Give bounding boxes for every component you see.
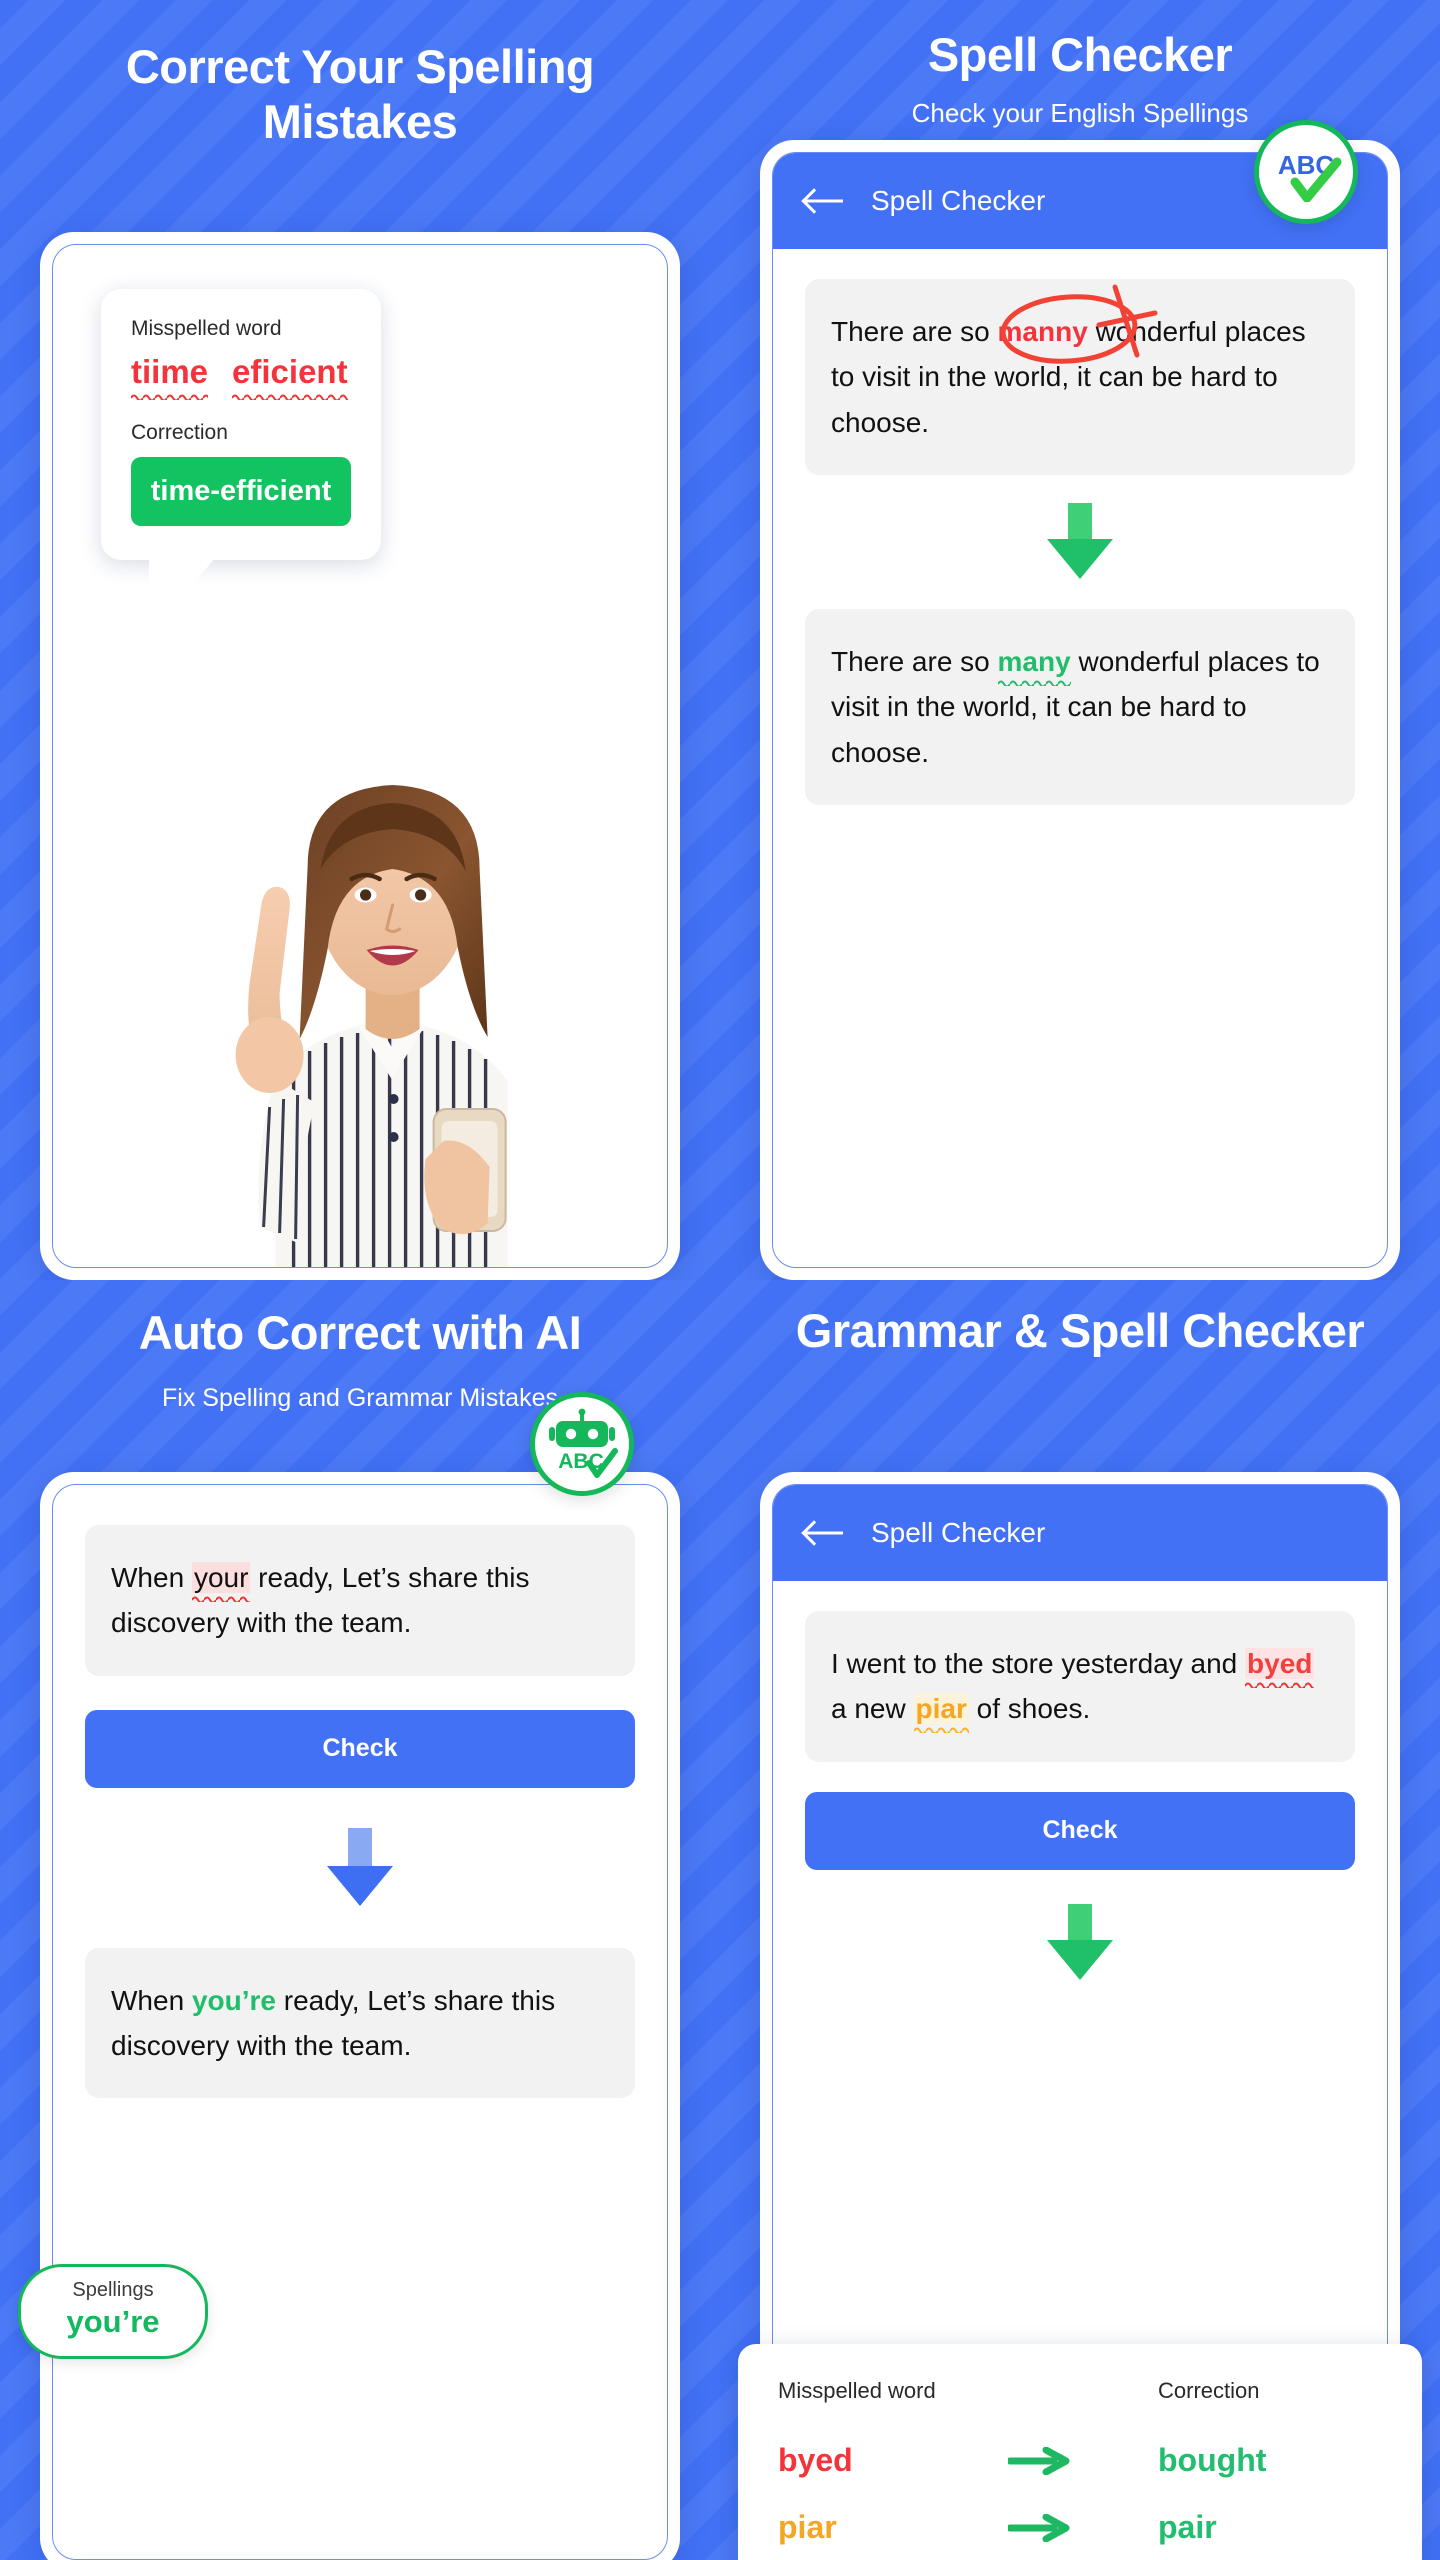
input-text-card-2[interactable]: There are so manny wonderful places to v…	[805, 279, 1355, 476]
before-error-yellow-4: piar	[913, 1693, 969, 1725]
input-text-card-3[interactable]: When your ready, Let’s share this discov…	[85, 1525, 635, 1676]
panel-spell-checker: Spell Checker Check your English Spellin…	[720, 0, 1440, 1280]
output-text-card-2: There are so many wonderful places to vi…	[805, 609, 1355, 806]
misspelled-words: tiime eficient	[131, 353, 351, 400]
after-fixed-word-3: you’re	[191, 1984, 276, 2016]
header-misspelled-word: Misspelled word	[778, 2378, 936, 2403]
spellings-tooltip: Spellings you’re	[18, 2264, 208, 2359]
before-part1-4: I went to the store yesterday and	[831, 1648, 1246, 1679]
table-row: piar pair	[778, 2509, 1382, 2546]
abc-check-badge-icon: ABC	[1254, 120, 1358, 224]
back-arrow-icon[interactable]	[805, 188, 845, 214]
before-prefix-3: When	[111, 1562, 192, 1593]
before-part3-4: of shoes.	[968, 1693, 1091, 1725]
appbar-title-4: Spell Checker	[871, 1517, 1046, 1548]
speech-bubble: Misspelled word tiime eficient Correctio…	[101, 289, 381, 606]
panel3-title: Auto Correct with AI	[138, 1306, 582, 1359]
phone-screen-1: Misspelled word tiime eficient Correctio…	[52, 244, 668, 1268]
header-correction: Correction	[1158, 2378, 1260, 2403]
check-button-4[interactable]: Check	[805, 1791, 1355, 1870]
panel-grammar-spell-checker: Grammar & Spell Checker Spell Checker I …	[720, 1280, 1440, 2560]
panel2-title: Spell Checker	[927, 28, 1233, 81]
back-arrow-icon[interactable]	[805, 1520, 845, 1546]
row-right-word: bought	[1158, 2442, 1267, 2478]
phone-screen-3: When your ready, Let’s share this discov…	[52, 1484, 668, 2560]
row-right-word: pair	[1158, 2509, 1217, 2545]
panel1-title: Correct Your Spelling Mistakes	[125, 40, 595, 148]
spellings-tooltip-value: you’re	[66, 2304, 160, 2339]
spellings-tooltip-label: Spellings	[72, 2279, 154, 2301]
green-down-arrow-icon	[1047, 1903, 1113, 1980]
check-button-3[interactable]: Check	[85, 1709, 635, 1788]
right-arrow-icon	[1008, 2513, 1158, 2542]
panel4-title: Grammar & Spell Checker	[795, 1304, 1365, 1357]
misspelled-word-2: eficient	[232, 353, 348, 400]
table-row: byed bought	[778, 2442, 1382, 2479]
screenshot-grid: Correct Your Spelling Mistakes Misspelle…	[0, 0, 1440, 2560]
phone-frame-2: Spell Checker There are so manny wonderf…	[760, 140, 1400, 1280]
before-part2-4: a new	[831, 1693, 914, 1725]
phone-frame-3: When your ready, Let’s share this discov…	[40, 1472, 680, 2560]
after-prefix-2: There are so	[831, 646, 998, 678]
correction-value: time-efficient	[131, 457, 351, 526]
panel-auto-correct-ai: Auto Correct with AI Fix Spelling and Gr…	[0, 1280, 720, 2560]
before-prefix-2: There are so	[831, 316, 998, 347]
misspelled-word-1: tiime	[131, 353, 209, 400]
row-wrong-word: byed	[778, 2442, 853, 2478]
appbar-title-2: Spell Checker	[871, 185, 1046, 216]
row-wrong-word: piar	[778, 2509, 837, 2545]
robot-abc-badge-icon: ABC	[530, 1392, 634, 1496]
before-error-word-2: manny	[997, 316, 1088, 347]
after-prefix-3: When	[111, 1984, 192, 2016]
person-photo	[235, 785, 508, 1267]
right-arrow-icon	[1008, 2446, 1158, 2475]
output-text-card-3: When you’re ready, Let’s share this disc…	[85, 1947, 635, 2099]
correction-table-card: Misspelled word Correction byed bought p…	[738, 2344, 1422, 2560]
correction-label: Correction	[131, 421, 228, 444]
phone-frame-1: Misspelled word tiime eficient Correctio…	[40, 232, 680, 1280]
panel-correct-your-spelling: Correct Your Spelling Mistakes Misspelle…	[0, 0, 720, 1280]
before-error-word-3: your	[191, 1562, 251, 1593]
phone-screen-2: Spell Checker There are so manny wonderf…	[772, 152, 1388, 1268]
misspelled-word-label: Misspelled word	[131, 317, 282, 340]
after-fixed-word-2: many	[997, 646, 1071, 678]
before-error-red-4: byed	[1245, 1648, 1315, 1679]
correction-table-header: Misspelled word Correction	[778, 2378, 1382, 2404]
blue-down-arrow-icon	[327, 1827, 393, 1906]
appbar-4: Spell Checker	[773, 1485, 1387, 1581]
green-down-arrow-icon	[1047, 503, 1113, 580]
input-text-card-4[interactable]: I went to the store yesterday and byed a…	[805, 1611, 1355, 1762]
